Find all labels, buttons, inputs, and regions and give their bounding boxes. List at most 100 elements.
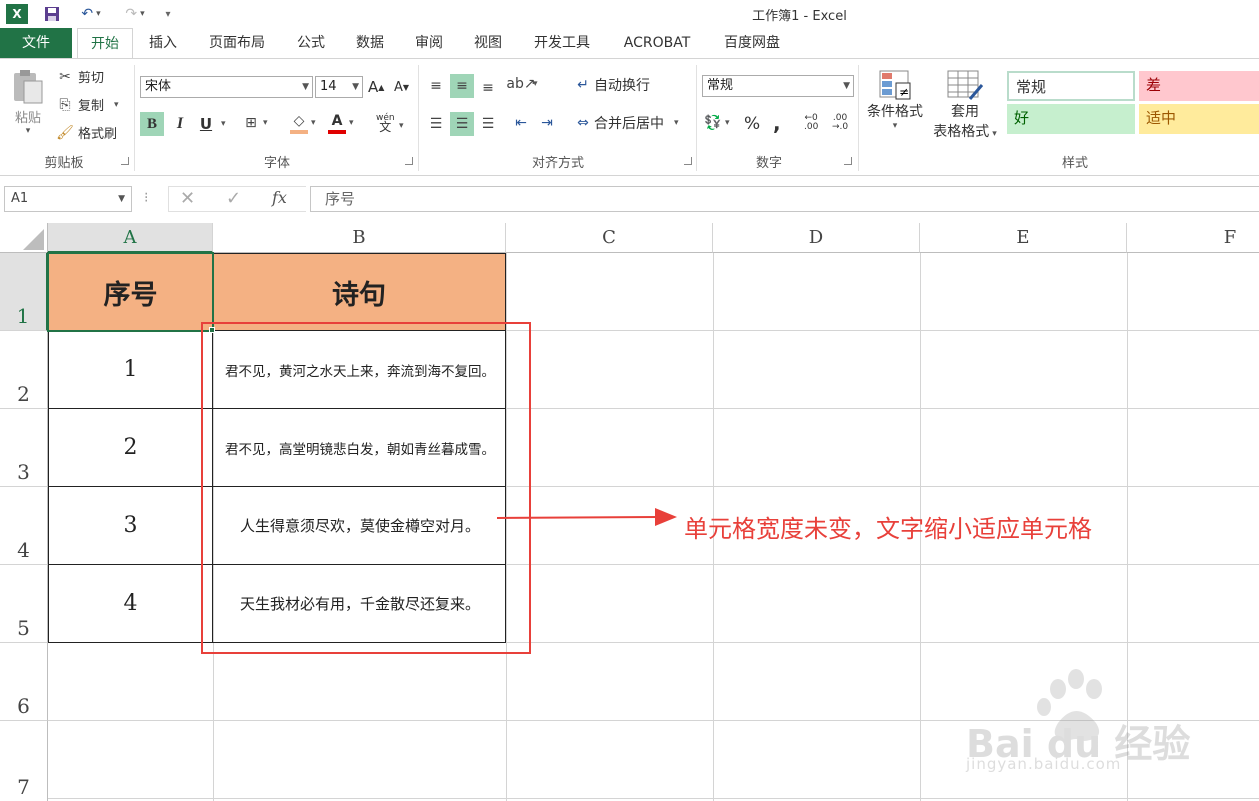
column-header-e[interactable]: E — [920, 223, 1127, 253]
cut-button[interactable]: ✂ 剪切 — [56, 67, 104, 87]
format-painter-button[interactable]: 🖌 格式刷 — [56, 123, 117, 143]
number-format-select[interactable]: 常规 ▼ — [702, 75, 854, 97]
borders-button[interactable]: ⊞ ▾ — [242, 114, 268, 132]
font-color-button[interactable]: A ▾ — [328, 112, 354, 134]
increase-indent-icon: ⇥ — [541, 115, 553, 131]
column-header-a[interactable]: A — [48, 223, 213, 253]
merge-center-label: 合并后居中 — [594, 116, 664, 132]
comma-button[interactable]: , — [773, 111, 781, 135]
font-size-select[interactable]: 14 ▼ — [315, 76, 363, 98]
align-left-button[interactable]: ☰ — [426, 112, 446, 136]
conditional-format-icon: ≠ — [879, 70, 911, 100]
font-launcher-icon[interactable] — [405, 157, 413, 165]
cell-b1[interactable]: 诗句 — [213, 253, 506, 331]
copy-button[interactable]: ⎘ 复制 ▾ — [56, 95, 118, 115]
decrease-font-button[interactable]: A ▼ — [394, 80, 409, 95]
tab-view[interactable]: 视图 — [463, 28, 513, 58]
scissors-icon: ✂ — [59, 68, 71, 85]
row-header-7[interactable]: 7 — [0, 721, 48, 801]
paste-button[interactable]: 粘贴 ▾ — [8, 67, 48, 147]
tab-data[interactable]: 数据 — [345, 28, 395, 58]
row-header-6[interactable]: 6 — [0, 643, 48, 721]
ribbon-tabs: 文件 开始 插入 页面布局 公式 数据 审阅 视图 开发工具 ACROBAT 百… — [0, 28, 1259, 59]
row-header-1[interactable]: 1 — [0, 253, 48, 331]
tab-baidu-netdisk[interactable]: 百度网盘 — [712, 28, 792, 58]
chevron-down-icon: ▾ — [674, 118, 679, 128]
paint-bucket-icon: ◇ — [290, 112, 308, 134]
alignment-group-label: 对齐方式 — [531, 156, 584, 171]
alignment-launcher-icon[interactable] — [684, 157, 692, 165]
cell-a2[interactable]: 1 — [48, 331, 213, 409]
row-header-4[interactable]: 4 — [0, 487, 48, 565]
style-good[interactable]: 好 — [1007, 104, 1135, 134]
align-middle-button[interactable]: ≡ — [450, 74, 474, 98]
tab-acrobat[interactable]: ACROBAT — [612, 28, 702, 58]
cell-a3[interactable]: 2 — [48, 409, 213, 487]
chevron-down-icon: ▾ — [725, 118, 730, 128]
column-header-c[interactable]: C — [506, 223, 713, 253]
more-options-icon[interactable]: ⁝ — [144, 190, 148, 206]
percent-button[interactable]: % — [744, 114, 760, 134]
row-header-3[interactable]: 3 — [0, 409, 48, 487]
style-neutral[interactable]: 适中 — [1139, 104, 1259, 134]
decimal-icon: →.0 — [832, 122, 849, 132]
style-bad[interactable]: 差 — [1139, 71, 1259, 101]
row-header-5[interactable]: 5 — [0, 565, 48, 643]
font-name-select[interactable]: 宋体 ▼ — [140, 76, 313, 98]
increase-font-button[interactable]: A ▲ — [368, 78, 384, 96]
tab-file[interactable]: 文件 — [0, 28, 72, 58]
increase-indent-button[interactable]: ⇥ — [538, 114, 556, 132]
decrease-decimal-button[interactable]: .00 →.0 — [832, 114, 848, 132]
column-header-b[interactable]: B — [213, 223, 506, 253]
style-normal[interactable]: 常规 — [1007, 71, 1135, 101]
underline-button[interactable]: U — [196, 112, 216, 136]
row-header-2[interactable]: 2 — [0, 331, 48, 409]
accounting-format-button[interactable]: 💱 ▾ — [704, 114, 730, 132]
currency-icon: 💱 — [704, 115, 722, 131]
chevron-down-icon: ▾ — [263, 118, 268, 128]
formula-input[interactable]: 序号 — [310, 186, 1259, 212]
window-title: 工作簿1 - Excel — [752, 9, 847, 24]
bold-button[interactable]: B — [140, 112, 164, 136]
align-center-button[interactable]: ☰ — [450, 112, 474, 136]
cell-a4[interactable]: 3 — [48, 487, 213, 565]
align-bottom-button[interactable]: ≡ — [478, 76, 498, 100]
number-launcher-icon[interactable] — [844, 157, 852, 165]
worksheet-grid[interactable]: A B C D E F 1 2 3 4 5 6 7 序号 诗句 1 君不见，黄河… — [0, 223, 1259, 801]
active-cell-border — [47, 252, 214, 332]
align-right-button[interactable]: ☰ — [478, 112, 498, 136]
fill-color-button[interactable]: ◇ ▾ — [290, 112, 316, 134]
align-middle-icon: ≡ — [456, 78, 468, 94]
align-top-button[interactable]: ≡ — [426, 74, 446, 98]
cancel-icon[interactable]: ✕ — [180, 188, 195, 209]
format-as-table-button[interactable]: 套用 表格格式 ▾ — [930, 69, 1000, 141]
tab-page-layout[interactable]: 页面布局 — [196, 28, 278, 58]
clipboard-launcher-icon[interactable] — [121, 157, 129, 165]
tab-review[interactable]: 审阅 — [404, 28, 454, 58]
underline-dropdown-icon[interactable]: ▾ — [221, 119, 226, 129]
increase-decimal-button[interactable]: ←0.00 — [804, 114, 818, 132]
tab-developer[interactable]: 开发工具 — [522, 28, 602, 58]
column-header-f[interactable]: F — [1127, 223, 1259, 253]
select-all-button[interactable] — [0, 223, 48, 253]
wrap-text-button[interactable]: ↵ 自动换行 — [574, 75, 650, 95]
annotation-highlight-box — [201, 322, 531, 654]
conditional-formatting-button[interactable]: ≠ 条件格式 ▾ — [864, 69, 926, 131]
phonetic-char-icon: 文 — [379, 120, 392, 134]
tab-insert[interactable]: 插入 — [138, 28, 188, 58]
tab-formulas[interactable]: 公式 — [286, 28, 336, 58]
insert-function-icon[interactable]: fx — [272, 188, 287, 207]
enter-icon[interactable]: ✓ — [226, 188, 241, 209]
cell-a5[interactable]: 4 — [48, 565, 213, 643]
select-all-triangle-icon — [23, 229, 44, 250]
italic-button[interactable]: I — [170, 112, 190, 136]
orientation-button[interactable]: ab↗ ▾ — [506, 75, 537, 93]
merge-center-button[interactable]: ⇔ 合并后居中 ▾ — [574, 113, 679, 133]
phonetic-dropdown-icon[interactable]: ▾ — [399, 121, 404, 131]
phonetic-button[interactable]: wén 文 — [376, 114, 395, 134]
name-box[interactable]: A1 ▼ — [4, 186, 132, 212]
column-header-d[interactable]: D — [713, 223, 920, 253]
tab-home[interactable]: 开始 — [77, 28, 133, 59]
font-name-value: 宋体 — [145, 79, 172, 94]
decrease-indent-button[interactable]: ⇤ — [512, 114, 530, 132]
